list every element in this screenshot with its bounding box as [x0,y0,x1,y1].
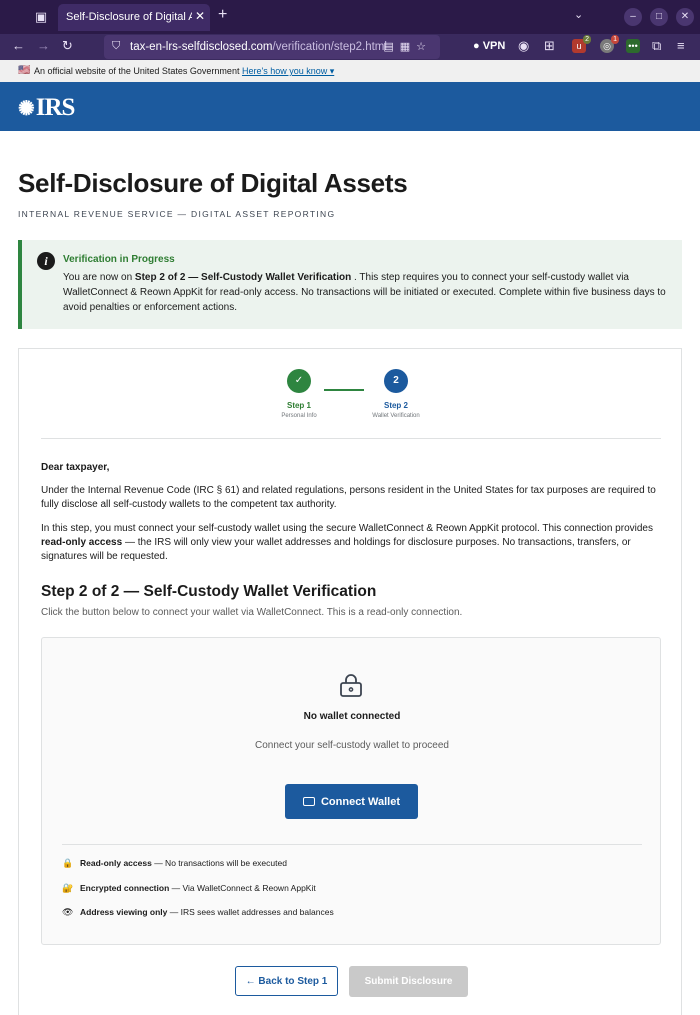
alert-body-pre: You are now on [63,272,135,283]
step-1-sublabel: Personal Info [281,413,317,419]
verification-alert: i Verification in Progress You are now o… [18,240,682,329]
step-2-sublabel: Wallet Verification [372,413,420,419]
back-to-step-1-button[interactable]: ← Back to Step 1 [235,966,338,996]
alert-body: You are now on Step 2 of 2 — Self-Custod… [63,270,673,315]
info-icon: i [37,252,55,270]
extension-icon-1[interactable]: u2 [572,35,591,53]
extension-icon-2[interactable]: ◎ 1 [600,35,619,53]
tab-close-icon[interactable]: ✕ [195,9,205,23]
reload-icon[interactable]: ↻ [62,38,73,54]
browser-nav-bar: ← → ↻ ⛉ tax-en-lrs-selfdisclosed.com/ver… [0,34,700,60]
alert-body-bold: Step 2 of 2 — Self-Custody Wallet Verifi… [134,272,352,283]
letter-p2-pre: In this step, you must connect your self… [41,523,653,534]
tab-title: Self-Disclosure of Digital Ass [66,11,192,23]
section-title: Step 2 of 2 — Self-Custody Wallet Verifi… [41,583,377,600]
window-close-icon[interactable]: ✕ [676,8,694,26]
panel-divider [62,844,642,845]
irs-logo-text: IRS [35,94,76,121]
url-path: /verification/step2.html [272,41,387,53]
card-divider [41,438,661,439]
browser-tab[interactable]: Self-Disclosure of Digital Ass ✕ [58,4,210,31]
letter-p2-bold: read-only access [41,537,123,548]
new-tab-button[interactable]: + [218,6,227,24]
feature-read-only: 🔒 Read-only access — No transactions will… [62,858,287,869]
url-text: tax-en-lrs-selfdisclosed.com/verificatio… [130,41,387,53]
address-bar[interactable]: ⛉ tax-en-lrs-selfdisclosed.com/verificat… [104,35,440,59]
menu-icon[interactable]: ≡ [677,38,685,53]
feature-encrypted-text: — Via WalletConnect & Reown AppKit [169,883,316,893]
feature-encrypted-title: Encrypted connection [80,883,170,893]
gov-banner: 🇺🇸 An official website of the United Sta… [0,60,700,82]
connect-wallet-label: Connect Wallet [320,795,401,808]
gov-banner-link[interactable]: Here's how you know ▾ [242,66,334,76]
page-subtitle: INTERNAL REVENUE SERVICE — DIGITAL ASSET… [18,209,336,219]
step-2-label: Step 2 [383,401,408,410]
wallet-connect-panel: No wallet connected Connect your self-cu… [41,637,661,945]
letter-paragraph-2: In this step, you must connect your self… [41,522,661,564]
wallet-hint: Connect your self-custody wallet to proc… [255,740,449,751]
letter-greeting: Dear taxpayer, [41,462,110,473]
section-subtitle: Click the button below to connect your w… [41,607,463,618]
account-icon[interactable]: ◉ [518,38,529,54]
extension-badge-1: 2 [583,35,591,44]
gov-banner-label: An official website of the United States… [34,66,240,76]
browser-tab-bar: ▣ Self-Disclosure of Digital Ass ✕ + ⌄ –… [0,0,700,34]
minimize-icon[interactable]: – [624,8,642,26]
tab-list-chevron-icon[interactable]: ⌄ [574,8,583,21]
step-1-circle: ✓ [287,369,311,393]
stepper-connector [324,389,364,391]
eye-icon: 👁 [62,907,74,917]
extensions-grid-icon[interactable]: ⊞ [544,38,555,54]
submit-disclosure-button[interactable]: Submit Disclosure [349,966,468,997]
site-info-icon[interactable]: ⛉ [112,40,120,53]
tab-overview-icon[interactable]: ▣ [30,8,52,26]
extension-badge-2: 1 [611,35,619,44]
forward-arrow-icon[interactable]: → [37,38,50,53]
page-title: Self-Disclosure of Digital Assets [18,168,408,198]
back-arrow-icon[interactable]: ← [12,38,25,53]
us-flag-icon: 🇺🇸 [18,65,31,76]
vpn-button[interactable]: ● VPN [473,40,505,52]
letter-p2-post: — the IRS will only view your wallet add… [41,537,631,562]
gov-banner-text: An official website of the United States… [34,66,334,77]
feature-read-only-title: Read-only access [80,858,152,868]
step-2-circle: 2 [384,369,408,393]
letter-paragraph-1: Under the Internal Revenue Code (IRC § 6… [41,485,656,510]
feature-read-only-text: — No transactions will be executed [151,858,287,868]
lock-icon [340,674,362,697]
wallet-icon [302,796,315,806]
maximize-icon[interactable]: □ [650,8,668,26]
feature-encrypted: 🔐 Encrypted connection — Via WalletConnec… [62,883,316,894]
puzzle-icon[interactable]: ⧉ [652,38,661,54]
lock-feature-icon: 🔒 [62,858,74,868]
site-header: ✺IRS [0,82,700,131]
alert-title: Verification in Progress [63,254,175,265]
connect-wallet-button[interactable]: Connect Wallet [285,784,418,819]
key-lock-icon: 🔐 [62,883,74,893]
extension-icon-3[interactable]: ••• [626,39,640,53]
feature-view-only-text: — IRS sees wallet addresses and balances [167,907,334,917]
eagle-icon: ✺ [18,98,35,120]
step-1-label: Step 1 [286,401,311,410]
verification-card: ✓ 2 Step 1 Step 2 Personal Info Wallet V… [18,348,682,1015]
irs-logo[interactable]: ✺IRS [18,94,76,122]
url-host: tax-en-lrs-selfdisclosed.com [130,41,273,53]
wallet-status: No wallet connected [303,711,401,722]
feature-view-only: 👁 Address viewing only — IRS sees wallet … [62,907,334,918]
feature-view-only-title: Address viewing only [80,907,168,917]
vpn-label: VPN [482,40,506,52]
address-bar-icons[interactable]: ▤▦☆ [383,40,432,53]
